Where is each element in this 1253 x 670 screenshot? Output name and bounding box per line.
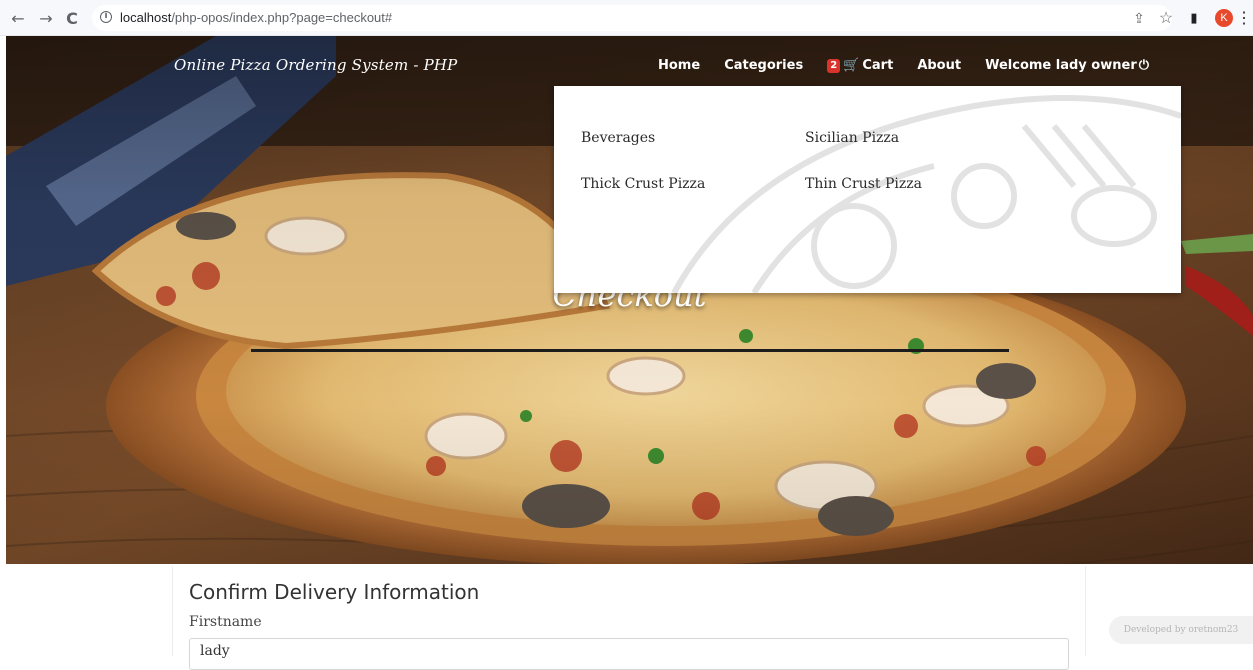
bookmark-star-icon[interactable]: ☆	[1157, 8, 1175, 28]
power-icon[interactable]: ⏻	[1139, 58, 1149, 73]
heading-divider	[251, 349, 1009, 352]
cart-icon: 🛒	[843, 58, 860, 73]
url-path: /php-opos/index.php?page=checkout#	[171, 10, 393, 25]
back-arrow-icon[interactable]: ←	[8, 8, 28, 28]
nav-about[interactable]: About	[917, 58, 961, 73]
category-item-beverages[interactable]: Beverages	[581, 130, 655, 146]
cart-label: Cart	[862, 58, 894, 73]
form-section-title: Confirm Delivery Information	[189, 580, 480, 604]
firstname-input[interactable]: lady	[189, 638, 1069, 670]
url-text[interactable]: localhost/php-opos/index.php?page=checko…	[120, 10, 392, 25]
category-item-sicilian-pizza[interactable]: Sicilian Pizza	[805, 130, 899, 146]
nav-home[interactable]: Home	[658, 58, 700, 73]
welcome-label: Welcome lady owner	[985, 58, 1137, 73]
url-host: localhost	[120, 10, 172, 25]
main-navigation: Home Categories 2 🛒 Cart About Welcome l…	[658, 58, 1149, 73]
side-panel-icon[interactable]: ▮	[1186, 8, 1202, 28]
hero-banner: Online Pizza Ordering System - PHP Home …	[6, 36, 1253, 564]
nav-cart[interactable]: 2 🛒 Cart	[827, 58, 893, 73]
category-item-thick-crust-pizza[interactable]: Thick Crust Pizza	[581, 176, 705, 192]
checkout-form-card: Confirm Delivery Information Firstname l…	[172, 566, 1086, 670]
avatar: K	[1215, 9, 1233, 27]
category-item-thin-crust-pizza[interactable]: Thin Crust Pizza	[805, 176, 922, 192]
site-info-icon[interactable]: i	[100, 11, 112, 23]
nav-categories[interactable]: Categories	[724, 58, 803, 73]
profile-button[interactable]: K	[1214, 8, 1234, 28]
categories-dropdown-menu: Beverages Sicilian Pizza Thick Crust Piz…	[554, 86, 1181, 293]
share-icon[interactable]: ⇪	[1130, 8, 1148, 28]
cart-count-badge: 2	[827, 58, 841, 73]
site-brand[interactable]: Online Pizza Ordering System - PHP	[174, 56, 457, 74]
nav-user-welcome[interactable]: Welcome lady owner ⏻	[985, 58, 1149, 73]
browser-toolbar: ← → C i localhost/php-opos/index.php?pag…	[0, 0, 1253, 36]
developer-credit: Developed by oretnom23	[1109, 616, 1253, 644]
address-bar[interactable]: i localhost/php-opos/index.php?page=chec…	[92, 5, 1172, 31]
forward-arrow-icon[interactable]: →	[36, 8, 56, 28]
firstname-label: Firstname	[189, 614, 262, 630]
browser-menu-icon[interactable]: ⋮	[1236, 8, 1252, 28]
reload-icon[interactable]: C	[62, 8, 82, 28]
